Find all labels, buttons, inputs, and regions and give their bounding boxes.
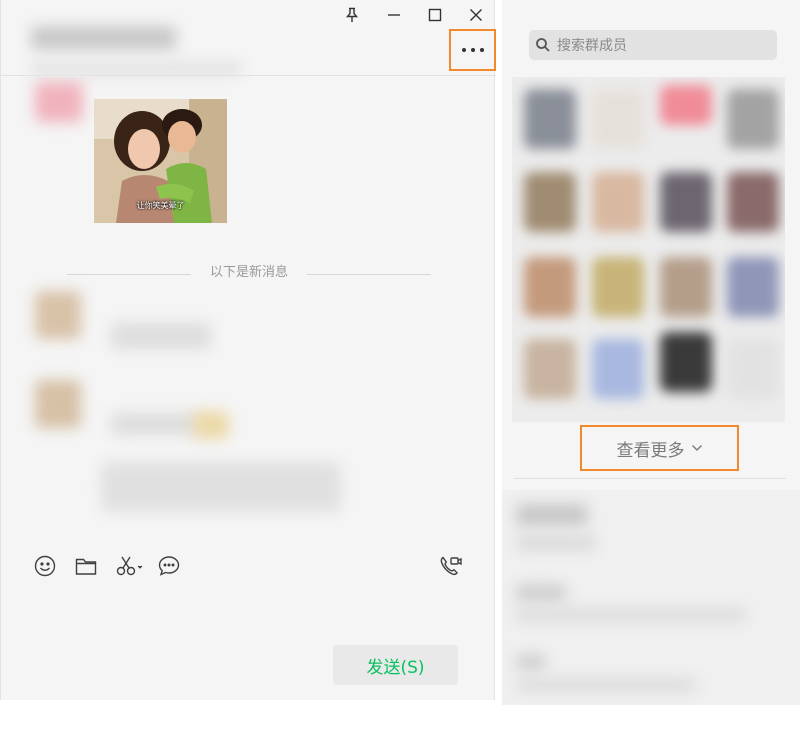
group-name-label-redacted (516, 504, 588, 526)
chat-bubble-icon (158, 556, 180, 576)
divider-label: 以下是新消息 (191, 265, 307, 281)
chat-history-button[interactable] (156, 553, 182, 579)
more-dot (461, 48, 466, 52)
scissors-icon (116, 556, 143, 576)
sticker-image[interactable]: 让你笑美晕了 (94, 99, 227, 223)
member-avatar[interactable] (524, 89, 576, 149)
see-more-button[interactable]: 查看更多 (580, 425, 739, 471)
emoji-icon (34, 555, 56, 577)
sticker-caption: 让你笑美晕了 (136, 201, 185, 210)
member-avatar[interactable] (592, 89, 644, 149)
file-button[interactable] (73, 553, 99, 579)
chat-toolbar (1, 545, 495, 585)
member-avatar[interactable] (592, 172, 644, 232)
panel-divider (514, 478, 786, 479)
pin-icon (346, 7, 358, 22)
member-avatar[interactable] (524, 172, 576, 232)
notice-label-redacted (516, 584, 566, 602)
folder-icon (75, 558, 97, 575)
more-dot (470, 48, 475, 52)
avatar[interactable] (35, 380, 81, 428)
group-name-value-redacted[interactable] (516, 536, 596, 550)
close-icon (470, 9, 482, 21)
maximize-button[interactable] (422, 4, 448, 26)
video-call-icon (440, 556, 462, 576)
chat-window: 让你笑美晕了 以下是新消息 发送(S) (0, 0, 496, 700)
message-bubble-redacted[interactable] (101, 462, 341, 512)
emoji-button[interactable] (32, 553, 58, 579)
member-avatar[interactable] (727, 172, 779, 232)
screenshot-button[interactable] (114, 553, 146, 579)
divider-line (307, 274, 431, 275)
chat-subtitle-redacted (31, 62, 241, 76)
member-avatar[interactable] (660, 332, 712, 392)
chat-title-redacted (31, 26, 176, 50)
pin-button[interactable] (339, 4, 365, 26)
message-bubble-redacted[interactable] (111, 323, 211, 349)
chat-header (1, 0, 496, 76)
more-dot (479, 48, 484, 52)
emoji-redacted (193, 411, 229, 439)
chevron-down-icon (691, 445, 702, 451)
more-options-button[interactable] (449, 29, 496, 71)
member-avatar[interactable] (660, 172, 712, 232)
member-avatar[interactable] (592, 257, 644, 317)
close-button[interactable] (463, 4, 489, 26)
member-avatar[interactable] (660, 85, 712, 125)
member-avatar[interactable] (727, 257, 779, 317)
message-bubble-redacted[interactable] (111, 413, 201, 435)
video-call-button[interactable] (438, 553, 464, 579)
notice-text-redacted[interactable] (516, 608, 746, 622)
new-messages-divider: 以下是新消息 (67, 265, 431, 281)
group-info-panel: 搜索群成员 查看更多 (502, 0, 800, 705)
member-avatar[interactable] (660, 257, 712, 317)
member-avatar[interactable] (592, 339, 644, 399)
member-avatar[interactable] (524, 339, 576, 399)
member-avatar[interactable] (727, 89, 779, 149)
remark-text-redacted[interactable] (516, 678, 696, 692)
member-avatar[interactable] (727, 339, 779, 399)
group-details-redacted (502, 490, 800, 705)
search-placeholder: 搜索群成员 (557, 38, 627, 54)
maximize-icon (428, 8, 442, 22)
avatar[interactable] (35, 291, 81, 339)
see-more-label: 查看更多 (616, 440, 685, 461)
minimize-icon (388, 14, 400, 16)
avatar[interactable] (35, 82, 83, 122)
remark-label-redacted (516, 654, 546, 670)
search-icon (536, 38, 550, 52)
divider-line (67, 274, 191, 275)
app-root: 让你笑美晕了 以下是新消息 发送(S) 搜索群成员 查看更多 (0, 0, 800, 730)
message-list[interactable]: 让你笑美晕了 以下是新消息 (1, 77, 495, 531)
member-grid (512, 77, 785, 422)
member-avatar[interactable] (524, 257, 576, 317)
send-button[interactable]: 发送(S) (333, 645, 458, 685)
member-search-input[interactable]: 搜索群成员 (529, 30, 777, 60)
minimize-button[interactable] (381, 4, 407, 26)
